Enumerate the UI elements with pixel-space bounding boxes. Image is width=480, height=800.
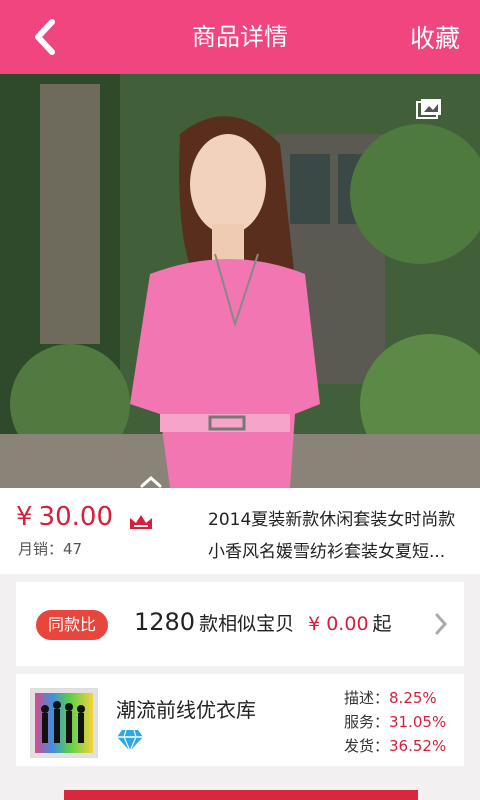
product-photo — [0, 74, 480, 488]
product-name: 2014夏装新款休闲套装女时尚款 小香风名媛雪纺衫套装女夏短... — [208, 504, 470, 568]
rating-value: 31.05% — [389, 713, 447, 731]
similar-label: 款相似宝贝 — [199, 613, 295, 635]
rating-label: 发货： — [344, 737, 390, 755]
monthly-sales: 月销：47 — [18, 538, 82, 559]
currency-symbol: ¥ — [16, 502, 33, 532]
price-value: 30.00 — [38, 502, 113, 532]
product-info: ¥30.00 月销：47 2014夏装新款休闲套装女时尚款 小香风名媛雪纺衫套装… — [0, 488, 480, 574]
top-bar: 商品详情 收藏 — [0, 0, 480, 74]
rating-label: 服务： — [344, 713, 390, 731]
favorite-button[interactable]: 收藏 — [410, 0, 460, 78]
similar-price: ¥ 0.00 — [308, 613, 369, 635]
product-name-line1: 2014夏装新款休闲套装女时尚款 — [208, 510, 456, 530]
monthly-sales-value: 47 — [63, 540, 83, 558]
rating-row: 描述：8.25% — [344, 686, 446, 710]
diamond-icon — [117, 729, 143, 752]
rating-label: 描述： — [344, 689, 390, 707]
gallery-icon[interactable] — [416, 98, 442, 120]
shop-name: 潮流前线优衣库 — [116, 698, 256, 722]
rating-value: 8.25% — [389, 689, 437, 707]
similar-products-text: 1280 款相似宝贝 ¥ 0.00 起 — [134, 608, 392, 636]
product-image[interactable] — [0, 74, 480, 488]
shop-logo — [30, 688, 98, 758]
similar-count: 1280 — [134, 608, 196, 636]
page-title: 商品详情 — [192, 23, 288, 51]
product-price: ¥30.00 — [16, 502, 113, 532]
shop-card[interactable]: 潮流前线优衣库 描述：8.25% 服务：31.05% 发货：36.52% — [16, 674, 464, 766]
product-name-line2: 小香风名媛雪纺衫套装女夏短... — [208, 542, 446, 562]
crown-icon — [130, 515, 152, 529]
shop-logo-image — [35, 693, 93, 753]
rating-row: 发货：36.52% — [344, 734, 446, 758]
similar-products-card[interactable]: 同款比 1280 款相似宝贝 ¥ 0.00 起 — [16, 582, 464, 666]
rating-row: 服务：31.05% — [344, 710, 446, 734]
chevron-right-icon — [435, 613, 448, 635]
compare-badge: 同款比 — [36, 610, 109, 640]
shop-ratings: 描述：8.25% 服务：31.05% 发货：36.52% — [344, 686, 446, 758]
bottom-action-bar[interactable] — [64, 790, 418, 800]
rating-value: 36.52% — [389, 737, 447, 755]
monthly-sales-label: 月销： — [18, 540, 64, 558]
similar-suffix: 起 — [372, 613, 392, 635]
